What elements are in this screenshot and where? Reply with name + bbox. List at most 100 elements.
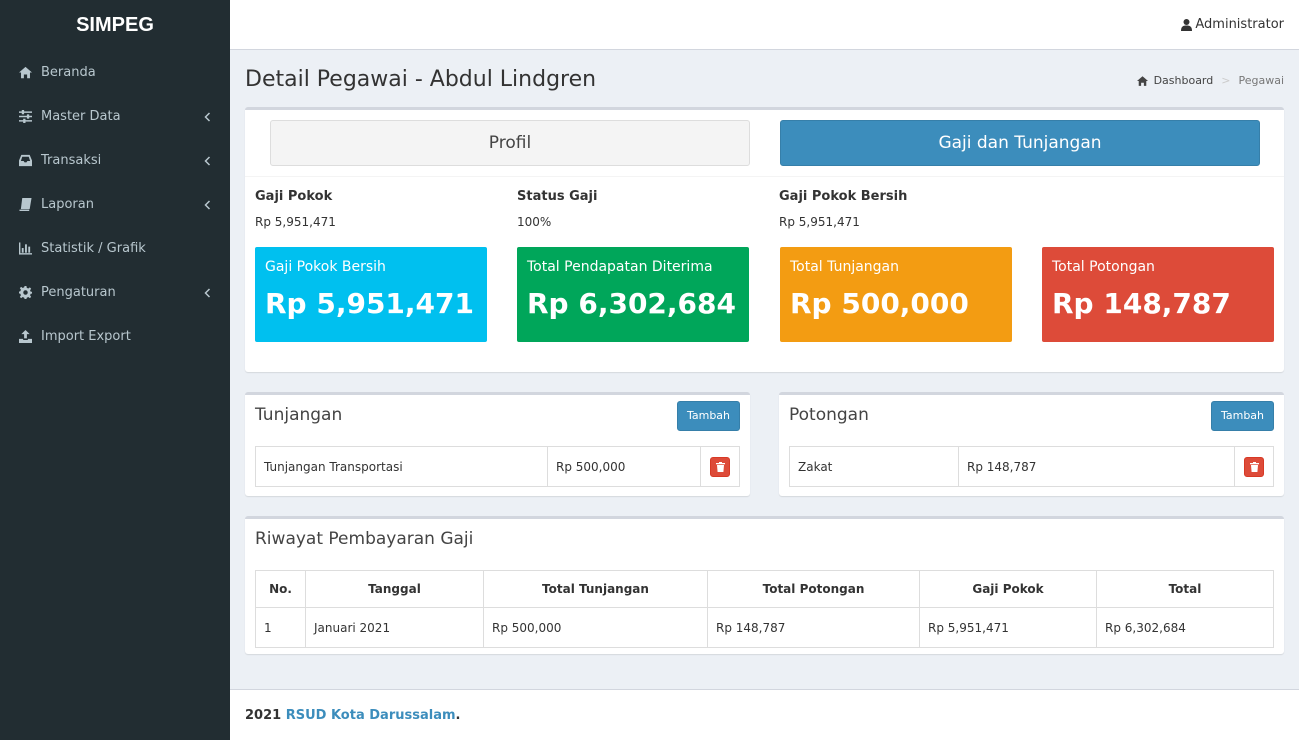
potongan-table: Zakat Rp 148,787 [789,446,1274,487]
trash-icon [1249,461,1259,472]
delete-potongan-button[interactable] [1244,456,1264,477]
sidebar: SIMPEG Beranda Master Data Transaksi Lap… [0,0,230,740]
sidebar-item-master-data[interactable]: Master Data [0,94,230,138]
status-gaji-value: 100% [517,215,552,229]
sidebar-item-label: Statistik / Grafik [41,240,146,256]
potongan-box: Potongan Tambah Zakat Rp 148,787 [779,392,1284,496]
chevron-left-icon [204,111,211,122]
book-icon [18,197,33,211]
column-header: Tanggal [305,570,484,608]
salary-box: Profil Gaji dan Tunjangan Gaji Pokok Rp … [245,107,1284,372]
card-gaji-pokok-bersih: Gaji Pokok Bersih Rp 5,951,471 [255,247,487,342]
upload-icon [18,329,33,343]
tunjangan-name: Tunjangan Transportasi [255,446,548,487]
sidebar-item-label: Master Data [41,108,121,124]
breadcrumb-current: Pegawai [1238,74,1284,87]
gaji-bersih-label: Gaji Pokok Bersih [779,189,908,204]
table-header-row: No. Tanggal Total Tunjangan Total Potong… [255,570,1274,608]
breadcrumb: Dashboard > Pegawai [1136,74,1284,87]
tab-divider [245,176,1284,177]
breadcrumb-separator: > [1221,74,1231,87]
column-header: Total [1096,570,1274,608]
delete-tunjangan-button[interactable] [710,456,730,477]
sidebar-item-label: Import Export [41,328,131,344]
card-title: Gaji Pokok Bersih [265,259,386,275]
potongan-title: Potongan [789,405,869,425]
footer-org-link[interactable]: RSUD Kota Darussalam [286,708,456,723]
sidebar-item-transaksi[interactable]: Transaksi [0,138,230,182]
footer-suffix: . [455,708,461,723]
card-total-tunjangan: Total Tunjangan Rp 500,000 [780,247,1012,342]
card-title: Total Tunjangan [790,259,899,275]
table-row: Zakat Rp 148,787 [789,446,1274,487]
gaji-bersih-value: Rp 5,951,471 [779,215,860,229]
add-potongan-button[interactable]: Tambah [1211,401,1274,431]
sidebar-item-label: Transaksi [41,152,102,168]
riwayat-box: Riwayat Pembayaran Gaji No. Tanggal Tota… [245,516,1284,654]
column-header: Total Tunjangan [483,570,708,608]
breadcrumb-dashboard[interactable]: Dashboard [1154,74,1214,87]
page-title: Detail Pegawai - Abdul Lindgren [245,67,597,92]
bar-chart-icon [18,241,33,255]
cell-total: Rp 6,302,684 [1096,607,1274,648]
cell-tanggal: Januari 2021 [305,607,484,648]
user-icon [1181,18,1193,31]
column-header: Gaji Pokok [919,570,1097,608]
trash-icon [715,461,725,472]
sidebar-item-pengaturan[interactable]: Pengaturan [0,270,230,314]
add-tunjangan-button[interactable]: Tambah [677,401,740,431]
card-value: Rp 148,787 [1052,287,1231,320]
footer: 2021 RSUD Kota Darussalam. [230,689,1299,740]
top-navbar: Administrator [230,0,1299,50]
app-logo[interactable]: SIMPEG [0,0,230,50]
inbox-icon [18,154,33,167]
card-total-pendapatan: Total Pendapatan Diterima Rp 6,302,684 [517,247,749,342]
gear-icon [18,285,33,299]
user-menu[interactable]: Administrator [1181,17,1284,32]
tunjangan-box: Tunjangan Tambah Tunjangan Transportasi … [245,392,750,496]
sidebar-menu: Beranda Master Data Transaksi Laporan St… [0,50,230,358]
sidebar-item-import-export[interactable]: Import Export [0,314,230,358]
cell-total-tunjangan: Rp 500,000 [483,607,708,648]
home-icon [18,66,33,79]
cell-total-potongan: Rp 148,787 [707,607,920,648]
card-value: Rp 500,000 [790,287,969,320]
delete-cell [1234,446,1274,487]
tunjangan-title: Tunjangan [255,405,343,425]
status-gaji-label: Status Gaji [517,189,598,204]
column-header: Total Potongan [707,570,920,608]
user-name: Administrator [1195,17,1284,32]
cell-no: 1 [255,607,306,648]
riwayat-title: Riwayat Pembayaran Gaji [255,529,474,549]
tunjangan-table: Tunjangan Transportasi Rp 500,000 [255,446,740,487]
sidebar-item-label: Beranda [41,64,96,80]
card-title: Total Potongan [1052,259,1155,275]
card-total-potongan: Total Potongan Rp 148,787 [1042,247,1274,342]
card-value: Rp 6,302,684 [527,287,737,320]
chevron-left-icon [204,155,211,166]
footer-text: 2021 RSUD Kota Darussalam. [245,708,460,723]
potongan-name: Zakat [789,446,959,487]
gaji-pokok-label: Gaji Pokok [255,189,333,204]
card-value: Rp 5,951,471 [265,287,475,320]
sidebar-item-beranda[interactable]: Beranda [0,50,230,94]
potongan-amount: Rp 148,787 [958,446,1235,487]
footer-year: 2021 [245,708,282,723]
dashboard-icon [1136,75,1148,86]
sidebar-item-laporan[interactable]: Laporan [0,182,230,226]
gaji-pokok-value: Rp 5,951,471 [255,215,336,229]
chevron-left-icon [204,287,211,298]
card-title: Total Pendapatan Diterima [527,259,713,275]
table-row: 1 Januari 2021 Rp 500,000 Rp 148,787 Rp … [255,607,1274,648]
column-header: No. [255,570,306,608]
tab-gaji-tunjangan[interactable]: Gaji dan Tunjangan [780,120,1260,166]
sliders-icon [18,109,33,123]
riwayat-table: No. Tanggal Total Tunjangan Total Potong… [255,570,1274,648]
main-content: Detail Pegawai - Abdul Lindgren Dashboar… [230,51,1299,689]
sidebar-item-label: Laporan [41,196,94,212]
tab-profil[interactable]: Profil [270,120,750,166]
table-row: Tunjangan Transportasi Rp 500,000 [255,446,740,487]
sidebar-item-label: Pengaturan [41,284,116,300]
delete-cell [700,446,740,487]
sidebar-item-statistik[interactable]: Statistik / Grafik [0,226,230,270]
